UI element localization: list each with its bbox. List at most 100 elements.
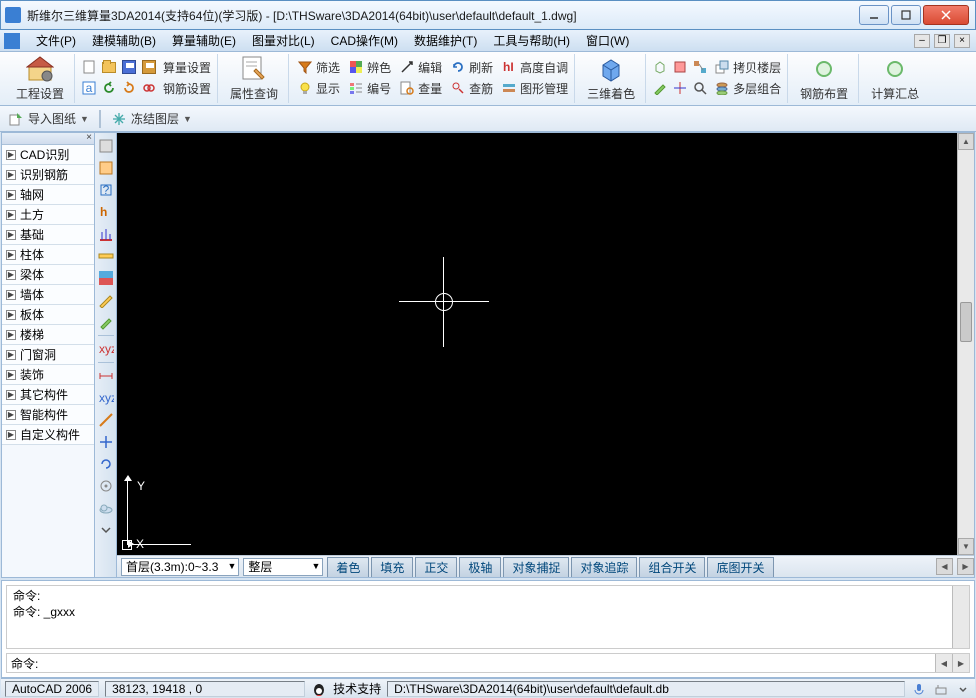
expand-arrow-icon[interactable]: ▶ <box>6 150 16 160</box>
panel-close-icon[interactable]: × <box>86 132 92 143</box>
undo-icon[interactable] <box>101 80 117 96</box>
tech-support-label[interactable]: 技术支持 <box>333 680 381 697</box>
canvas-viewport[interactable]: Y X ▲ ▼ <box>117 133 974 555</box>
tree-item-3[interactable]: ▶土方 <box>2 205 94 225</box>
open-icon[interactable] <box>101 59 117 75</box>
tree-item-7[interactable]: ▶墙体 <box>2 285 94 305</box>
hatch-icon[interactable] <box>672 59 688 75</box>
brush-icon[interactable] <box>652 80 668 96</box>
menu-file[interactable]: 文件(P) <box>28 30 84 51</box>
vtool-rotate-icon[interactable] <box>97 455 115 473</box>
vtool-2[interactable] <box>97 159 115 177</box>
qq-icon[interactable] <box>311 681 327 697</box>
qty-settings-button[interactable]: 算量设置 <box>161 58 213 77</box>
measure-button[interactable]: 查量 <box>397 79 444 98</box>
attr-query-button[interactable]: 属性查询 <box>224 53 284 104</box>
tree-item-10[interactable]: ▶门窗洞 <box>2 345 94 365</box>
expand-icon[interactable] <box>955 681 971 697</box>
vtool-4[interactable]: h <box>97 203 115 221</box>
vertical-scrollbar[interactable]: ▲ ▼ <box>957 133 974 555</box>
expand-arrow-icon[interactable]: ▶ <box>6 410 16 420</box>
a-icon[interactable]: a <box>81 80 97 96</box>
shade3d-button[interactable]: 三维着色 <box>581 53 641 104</box>
floor-select[interactable]: 首层(3.3m):0~3.3▼ <box>121 558 239 576</box>
vtool-3[interactable]: ? <box>97 181 115 199</box>
save-as-icon[interactable] <box>141 59 157 75</box>
save-icon[interactable] <box>121 59 137 75</box>
identify-button[interactable]: 辨色 <box>346 58 393 77</box>
tree-item-0[interactable]: ▶CAD识别 <box>2 145 94 165</box>
new-icon[interactable] <box>81 59 97 75</box>
mode-tab-1[interactable]: 填充 <box>371 557 413 577</box>
hscroll-left-button[interactable]: ◀ <box>936 558 953 575</box>
cmd-hscroll-right[interactable]: ▶ <box>952 654 969 672</box>
import-drawing-button[interactable]: 导入图纸 ▼ <box>8 110 89 127</box>
menu-compare[interactable]: 图量对比(L) <box>244 30 323 51</box>
mode-tab-6[interactable]: 组合开关 <box>639 557 705 577</box>
close-button[interactable] <box>923 5 969 25</box>
mode-tab-7[interactable]: 底图开关 <box>707 557 773 577</box>
vtool-xyz2-icon[interactable]: xyz <box>97 389 115 407</box>
expand-arrow-icon[interactable]: ▶ <box>6 350 16 360</box>
tree-item-9[interactable]: ▶楼梯 <box>2 325 94 345</box>
cmd-hscroll-left[interactable]: ◀ <box>935 654 952 672</box>
vtool-cloud-icon[interactable] <box>97 499 115 517</box>
cmd-vscroll[interactable] <box>952 586 969 648</box>
tree-item-1[interactable]: ▶识别钢筋 <box>2 165 94 185</box>
show-button[interactable]: 显示 <box>295 79 342 98</box>
vtool-brush-icon[interactable] <box>97 313 115 331</box>
vtool-more-icon[interactable] <box>97 521 115 539</box>
expand-arrow-icon[interactable]: ▶ <box>6 170 16 180</box>
vtool-1[interactable] <box>97 137 115 155</box>
mdi-min-button[interactable]: – <box>914 34 930 48</box>
vtool-5[interactable] <box>97 225 115 243</box>
calc-summary-button[interactable]: 计算汇总 <box>865 53 925 104</box>
expand-arrow-icon[interactable]: ▶ <box>6 270 16 280</box>
menu-tools[interactable]: 工具与帮助(H) <box>485 30 578 51</box>
menu-data[interactable]: 数据维护(T) <box>406 30 485 51</box>
rebar-settings-button[interactable]: 钢筋设置 <box>161 79 213 98</box>
expand-arrow-icon[interactable]: ▶ <box>6 290 16 300</box>
mode-tab-4[interactable]: 对象捕捉 <box>503 557 569 577</box>
mode-tab-2[interactable]: 正交 <box>415 557 457 577</box>
tree-item-2[interactable]: ▶轴网 <box>2 185 94 205</box>
expand-arrow-icon[interactable]: ▶ <box>6 310 16 320</box>
expand-arrow-icon[interactable]: ▶ <box>6 230 16 240</box>
vtool-ruler-icon[interactable] <box>97 247 115 265</box>
mdi-close-button[interactable]: × <box>954 34 970 48</box>
component-tree-icon[interactable] <box>692 59 708 75</box>
layer-mgmt-button[interactable]: 图形管理 <box>499 79 570 98</box>
copy-floor-button[interactable]: 拷贝楼层 <box>712 58 783 77</box>
tree-item-13[interactable]: ▶智能构件 <box>2 405 94 425</box>
project-settings-button[interactable]: 工程设置 <box>10 53 70 104</box>
mode-tab-0[interactable]: 着色 <box>327 557 369 577</box>
refresh-button[interactable]: 刷新 <box>448 58 495 77</box>
vtool-focus-icon[interactable] <box>97 477 115 495</box>
expand-arrow-icon[interactable]: ▶ <box>6 430 16 440</box>
filter-button[interactable]: 筛选 <box>295 58 342 77</box>
expand-arrow-icon[interactable]: ▶ <box>6 330 16 340</box>
axis-icon[interactable] <box>672 80 688 96</box>
tree-item-5[interactable]: ▶柱体 <box>2 245 94 265</box>
app-menu-icon[interactable] <box>4 33 20 49</box>
vtool-line-icon[interactable] <box>97 411 115 429</box>
auto-height-button[interactable]: hI高度自调 <box>499 58 570 77</box>
command-history[interactable]: 命令: 命令: _gxxx <box>6 585 970 649</box>
mic-icon[interactable] <box>911 681 927 697</box>
expand-arrow-icon[interactable]: ▶ <box>6 210 16 220</box>
menu-qty-aux[interactable]: 算量辅助(E) <box>164 30 244 51</box>
vtool-dim-icon[interactable] <box>97 367 115 385</box>
zoom-icon[interactable] <box>692 80 708 96</box>
wireframe-icon[interactable] <box>652 59 668 75</box>
mode-tab-5[interactable]: 对象追踪 <box>571 557 637 577</box>
layer-select[interactable]: 整层▼ <box>243 558 323 576</box>
tree-item-14[interactable]: ▶自定义构件 <box>2 425 94 445</box>
expand-arrow-icon[interactable]: ▶ <box>6 190 16 200</box>
tray-icon[interactable] <box>933 681 949 697</box>
maximize-button[interactable] <box>891 5 921 25</box>
hscroll-right-button[interactable]: ▶ <box>957 558 974 575</box>
menu-window[interactable]: 窗口(W) <box>578 30 637 51</box>
number-button[interactable]: 编号 <box>346 79 393 98</box>
expand-arrow-icon[interactable]: ▶ <box>6 250 16 260</box>
minimize-button[interactable] <box>859 5 889 25</box>
